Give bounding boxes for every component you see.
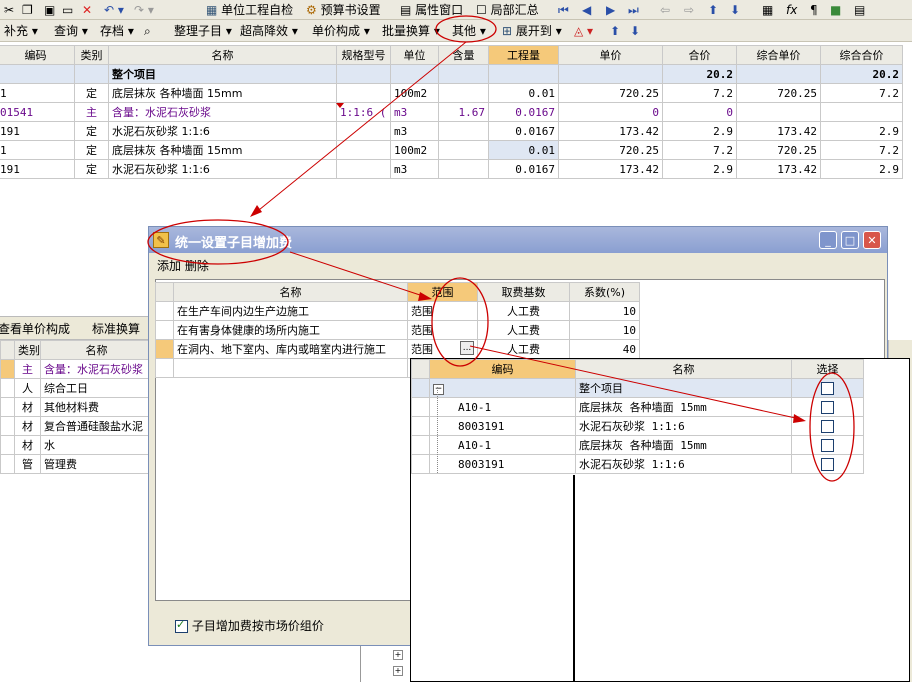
annotation-arrowhead xyxy=(418,292,432,301)
annotation-circle-select-column xyxy=(809,372,855,482)
annotation-arrow xyxy=(469,345,801,420)
annotation-arrow xyxy=(253,41,467,215)
annotation-arrowhead xyxy=(793,414,806,423)
annotation-overlay xyxy=(147,15,855,482)
annotation-arrowhead xyxy=(250,205,262,217)
annotation-circle-scope-column xyxy=(431,277,489,367)
annotation-mark xyxy=(336,103,344,108)
annotation-arrow xyxy=(289,251,427,298)
annotation-circle-dialog-title xyxy=(147,219,289,265)
annotation-circle-other-menu xyxy=(435,15,497,43)
